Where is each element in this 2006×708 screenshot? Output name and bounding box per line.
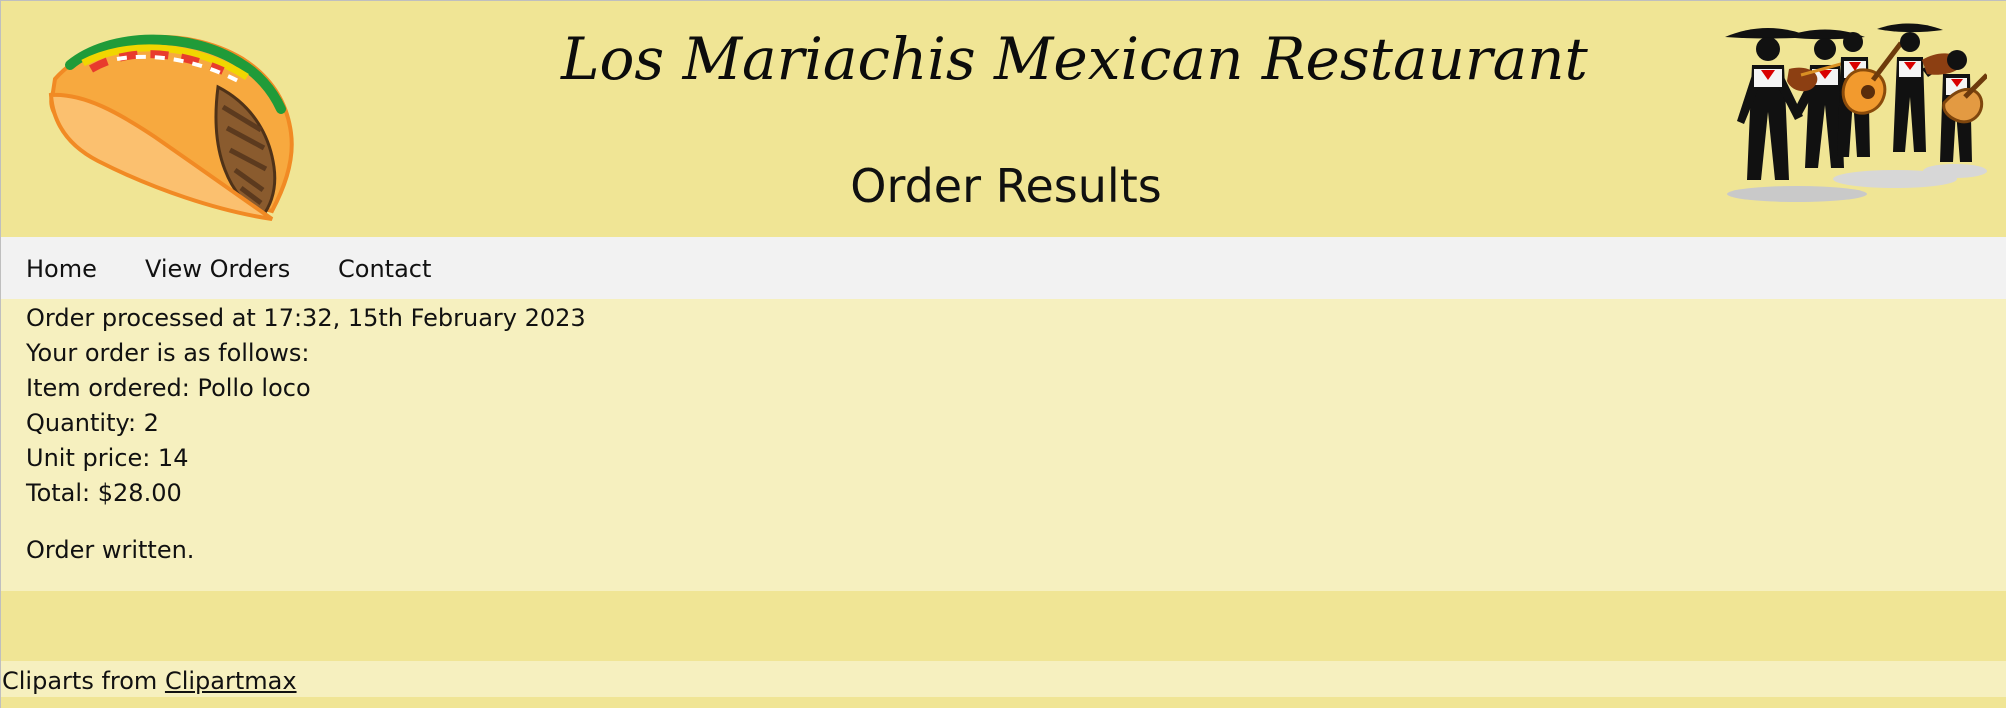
quantity-text: Quantity: 2: [26, 409, 159, 437]
taco-icon: [48, 34, 294, 221]
nav-view-orders[interactable]: View Orders: [145, 255, 290, 284]
order-results-content: Order processed at 17:32, 15th February …: [26, 301, 1926, 568]
footer-credit-prefix: Cliparts from: [2, 667, 165, 695]
bottom-band: [1, 697, 2006, 708]
item-ordered-text: Item ordered: Pollo loco: [26, 374, 311, 402]
total-text: Total: $28.00: [26, 479, 182, 507]
nav-contact[interactable]: Contact: [338, 255, 431, 284]
order-intro-text: Your order is as follows:: [26, 339, 310, 367]
page: Los Mariachis Mexican Restaurant Order R…: [0, 0, 2006, 708]
main-nav: Home View Orders Contact: [1, 237, 2006, 299]
order-written-text: Order written.: [26, 536, 195, 564]
footer: Cliparts from Clipartmax: [2, 665, 297, 697]
nav-home[interactable]: Home: [26, 255, 97, 284]
order-processed-text: Order processed at 17:32, 15th February …: [26, 304, 586, 332]
site-title: Los Mariachis Mexican Restaurant: [561, 25, 1588, 93]
footer-band: [1, 591, 2006, 661]
unit-price-text: Unit price: 14: [26, 444, 189, 472]
page-title: Order Results: [850, 159, 1162, 213]
clipartmax-link[interactable]: Clipartmax: [165, 667, 297, 695]
mariachi-band-icon: [1725, 23, 1987, 202]
site-header: Los Mariachis Mexican Restaurant Order R…: [1, 1, 2006, 237]
